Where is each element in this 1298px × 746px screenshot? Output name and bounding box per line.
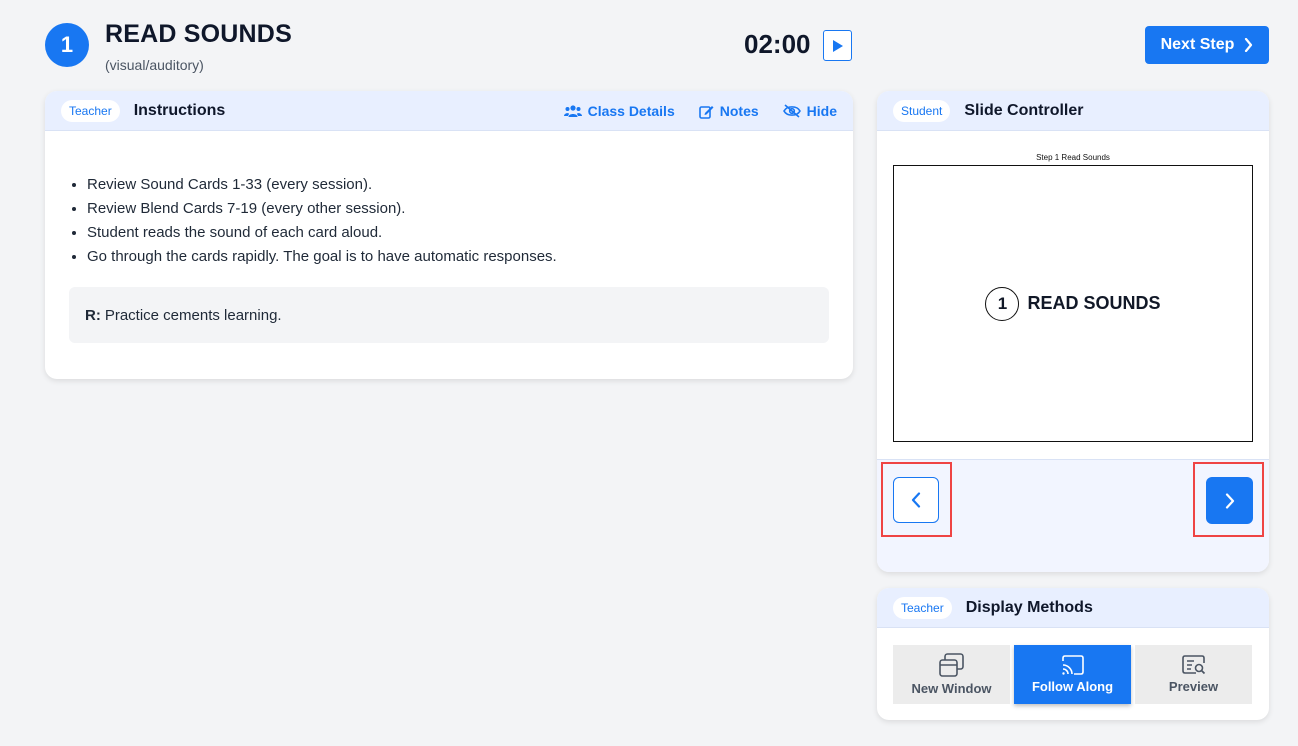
role-badge: Teacher	[893, 596, 952, 619]
instructions-header: Teacher Instructions Class Details Notes	[45, 91, 853, 131]
instruction-list: Review Sound Cards 1-33 (every session).…	[87, 173, 853, 269]
follow-along-label: Follow Along	[1031, 679, 1114, 694]
rationale-text: Practice cements learning.	[104, 306, 282, 324]
class-details-label: Class Details	[587, 103, 675, 119]
display-methods-panel: Teacher Display Methods New Window Follo…	[877, 588, 1269, 720]
chevron-right-icon	[1225, 492, 1234, 509]
step-number-badge: 1	[45, 23, 89, 67]
panel-title: Display Methods	[965, 598, 1093, 616]
hide-button[interactable]: Hide	[782, 103, 837, 119]
new-window-label: New Window	[911, 681, 992, 696]
slide-number: 1	[985, 286, 1020, 321]
slide-controller-panel: Student Slide Controller Step 1 Read Sou…	[877, 91, 1269, 572]
cast-icon	[1061, 655, 1084, 675]
rationale-label: R:	[85, 306, 101, 324]
chevron-left-icon	[911, 492, 921, 508]
play-icon	[832, 39, 843, 52]
class-details-button[interactable]: Class Details	[563, 103, 675, 119]
users-icon	[563, 105, 582, 117]
timer-display: 02:00	[744, 29, 811, 59]
preview-label: Preview	[1168, 679, 1219, 694]
next-slide-button[interactable]	[1206, 477, 1253, 524]
slide-nav-area	[877, 459, 1269, 572]
rationale-box: R: Practice cements learning.	[69, 287, 829, 343]
preview-icon	[1181, 655, 1205, 675]
follow-along-button[interactable]: Follow Along	[1014, 645, 1131, 704]
display-methods-header: Teacher Display Methods	[877, 588, 1269, 628]
notes-button[interactable]: Notes	[698, 103, 759, 119]
previous-slide-button[interactable]	[893, 477, 939, 523]
eye-off-icon	[782, 104, 801, 118]
slide-title: READ SOUNDS	[1027, 293, 1161, 313]
timer-play-button[interactable]	[823, 30, 852, 61]
slide-caption: Step 1 Read Sounds	[1036, 153, 1110, 162]
next-step-label: Next Step	[1160, 36, 1235, 53]
role-badge: Teacher	[61, 99, 120, 122]
next-step-button[interactable]: Next Step	[1145, 26, 1269, 64]
role-badge: Student	[893, 99, 951, 122]
list-item: Go through the cards rapidly. The goal i…	[87, 245, 853, 269]
preview-button[interactable]: Preview	[1135, 645, 1252, 704]
display-method-selector: New Window Follow Along Preview	[893, 645, 1252, 704]
slide-controller-header: Student Slide Controller	[877, 91, 1269, 131]
list-item: Review Blend Cards 7-19 (every other ses…	[87, 197, 853, 221]
hide-label: Hide	[806, 103, 837, 119]
list-item: Student reads the sound of each card alo…	[87, 221, 853, 245]
panel-title: Instructions	[133, 101, 226, 119]
new-window-icon	[938, 653, 964, 677]
slide-preview: 1 READ SOUNDS	[893, 165, 1253, 442]
chevron-right-icon	[1245, 38, 1253, 52]
page-subtitle: (visual/auditory)	[105, 57, 204, 73]
instructions-panel: Teacher Instructions Class Details Notes	[45, 91, 853, 379]
notes-label: Notes	[719, 103, 759, 119]
list-item: Review Sound Cards 1-33 (every session).	[87, 173, 853, 197]
panel-title: Slide Controller	[964, 101, 1084, 119]
new-window-button[interactable]: New Window	[893, 645, 1010, 704]
edit-icon	[698, 105, 714, 119]
page-title: READ SOUNDS	[105, 20, 292, 48]
